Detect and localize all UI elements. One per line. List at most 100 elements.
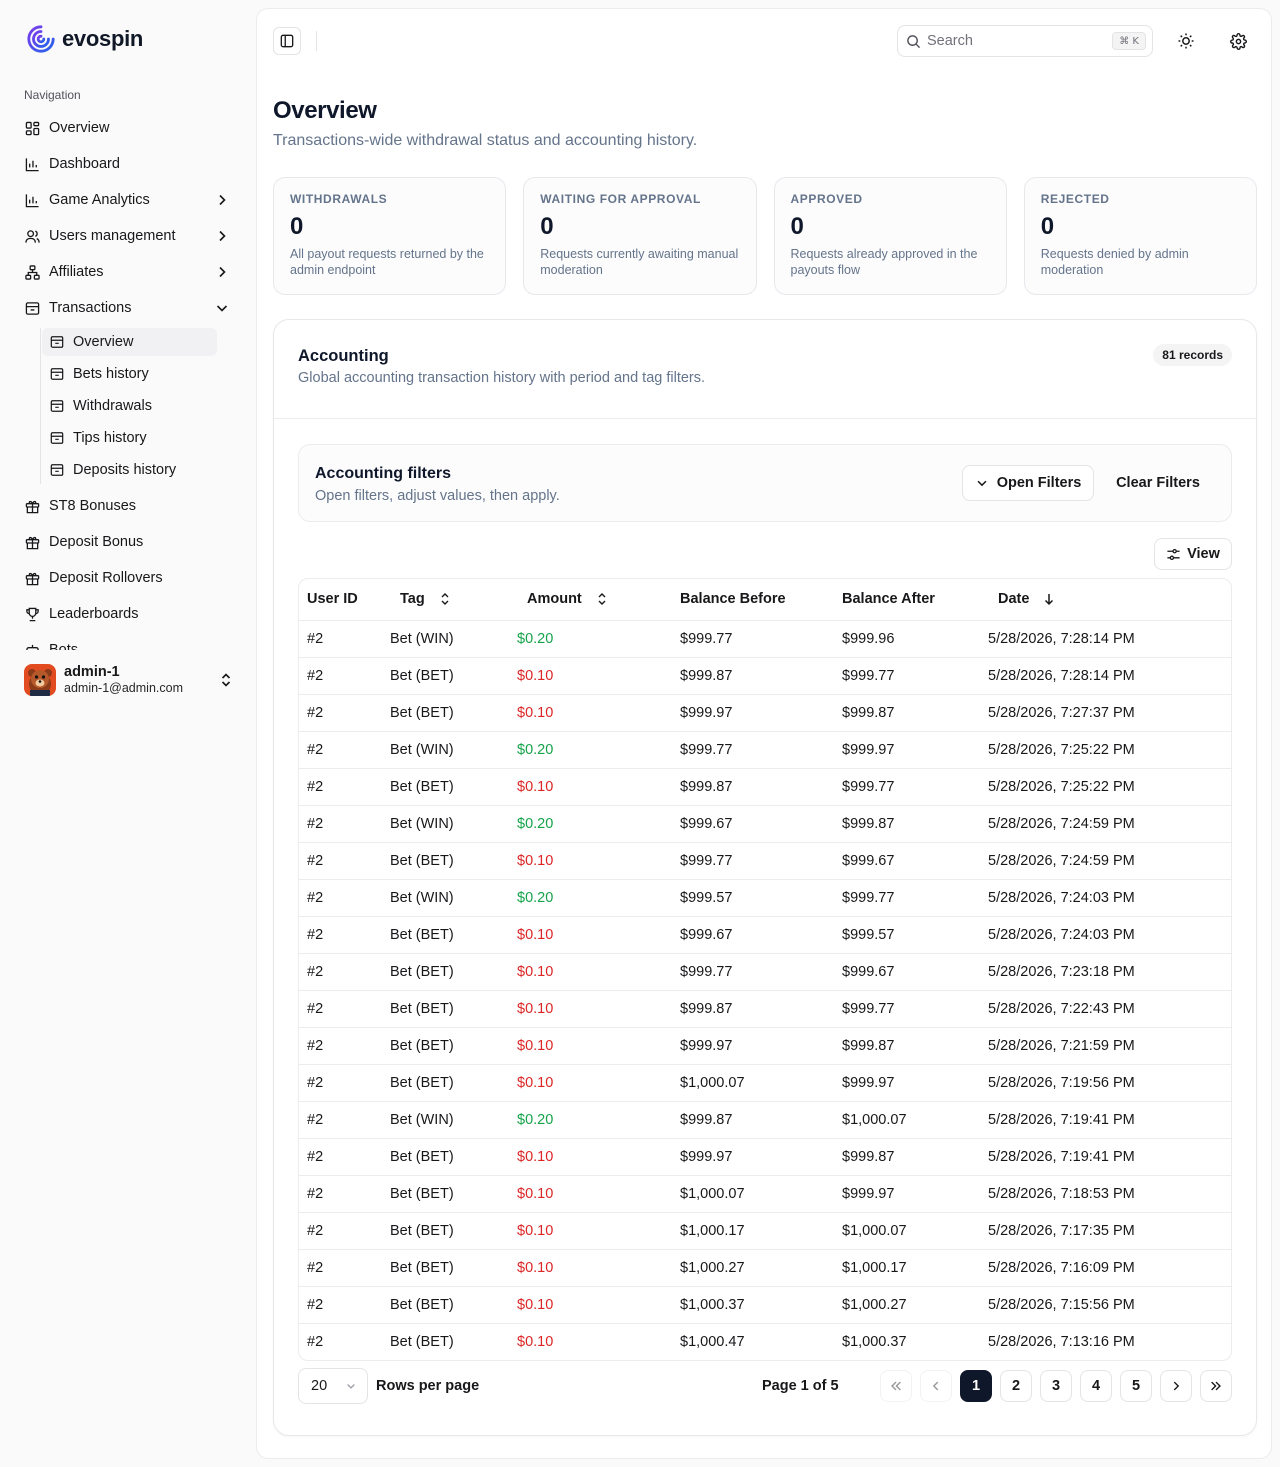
column-header-balance-after[interactable]: Balance After (842, 579, 988, 621)
table-row[interactable]: #2 Bet (BET) $0.10 $999.87 $999.77 5/28/2026,… (299, 768, 1231, 806)
theme-toggle-button[interactable] (1172, 27, 1200, 55)
sidebar-item-game-analytics[interactable]: Game Analytics (16, 182, 240, 218)
cell-date: 5/28/2026, 7:25:22 PM (988, 731, 1231, 769)
column-header-tag[interactable]: Tag (390, 579, 517, 621)
sidebar-item-bots[interactable]: Bots (16, 632, 240, 650)
table-row[interactable]: #2 Bet (BET) $0.10 $1,000.07 $999.97 5/28/202… (299, 1064, 1231, 1102)
cell-tag: Bet (WIN) (390, 879, 517, 917)
subnav-tips-history[interactable]: Tips history (42, 424, 217, 452)
cell-balance-before: $999.77 (680, 842, 842, 880)
cell-user-id: #2 (299, 768, 390, 806)
next-page-button[interactable] (1160, 1370, 1192, 1402)
search-input[interactable]: Search ⌘ K (897, 25, 1153, 57)
cell-date: 5/28/2026, 7:24:03 PM (988, 916, 1231, 954)
table-row[interactable]: #2 Bet (BET) $0.10 $1,000.07 $999.97 5/28/202… (299, 1175, 1231, 1213)
table-row[interactable]: #2 Bet (BET) $0.10 $1,000.17 $1,000.07 5/28/2… (299, 1212, 1231, 1250)
open-filters-button[interactable]: Open Filters (962, 465, 1094, 501)
stat-card-rejected: REJECTED 0 Requests denied by admin mode… (1023, 177, 1257, 295)
cell-user-id: #2 (299, 620, 390, 658)
archive-icon (50, 368, 64, 380)
cell-balance-before: $999.87 (680, 1101, 842, 1139)
brand-name: evospin (62, 26, 144, 51)
cell-date: 5/28/2026, 7:21:59 PM (988, 1027, 1231, 1065)
table-row[interactable]: #2 Bet (BET) $0.10 $1,000.27 $1,000.17 5/28/2… (299, 1249, 1231, 1287)
page-button-3[interactable]: 3 (1040, 1370, 1072, 1402)
table-row[interactable]: #2 Bet (BET) $0.10 $999.77 $999.67 5/28/2026,… (299, 842, 1231, 880)
table-row[interactable]: #2 Bet (BET) $0.10 $999.67 $999.57 5/28/2026,… (299, 916, 1231, 954)
page-button-1[interactable]: 1 (960, 1370, 992, 1402)
page-button-2[interactable]: 2 (1000, 1370, 1032, 1402)
sidebar-nav: Overview Dashboard Game Analytics Users … (16, 110, 240, 650)
cell-date: 5/28/2026, 7:25:22 PM (988, 768, 1231, 806)
subnav-withdrawals[interactable]: Withdrawals (42, 392, 217, 420)
rows-per-page-select[interactable]: 20 (298, 1368, 368, 1404)
table-row[interactable]: #2 Bet (BET) $0.10 $999.77 $999.67 5/28/2026,… (299, 953, 1231, 991)
filters-subtitle: Open filters, adjust values, then apply. (315, 488, 560, 504)
column-header-date[interactable]: Date (988, 579, 1231, 621)
table-row[interactable]: #2 Bet (BET) $0.10 $1,000.47 $1,000.37 5/28/2… (299, 1323, 1231, 1360)
sidebar-item-leaderboards[interactable]: Leaderboards (16, 596, 240, 632)
page-button-4[interactable]: 4 (1080, 1370, 1112, 1402)
cell-balance-before: $1,000.07 (680, 1064, 842, 1102)
cell-balance-after: $999.77 (842, 768, 988, 806)
subnav-label: Overview (73, 334, 134, 350)
page-button-5[interactable]: 5 (1120, 1370, 1152, 1402)
table-row[interactable]: #2 Bet (BET) $0.10 $999.97 $999.87 5/28/2026,… (299, 1027, 1231, 1065)
user-menu[interactable]: admin-1 admin-1@admin.com (24, 662, 240, 698)
sidebar-item-transactions[interactable]: Transactions (16, 290, 240, 326)
cell-balance-before: $999.77 (680, 731, 842, 769)
archive-icon (50, 432, 64, 444)
cell-user-id: #2 (299, 990, 390, 1028)
view-options-button[interactable]: View (1154, 538, 1232, 570)
sidebar-item-affiliates[interactable]: Affiliates (16, 254, 240, 290)
subnav-bets-history[interactable]: Bets history (42, 360, 217, 388)
network-icon (24, 264, 40, 280)
cell-amount: $0.10 (517, 1333, 554, 1350)
table-row[interactable]: #2 Bet (WIN) $0.20 $999.87 $1,000.07 5/28/202… (299, 1101, 1231, 1139)
sliders-icon (1167, 548, 1180, 560)
subnav-label: Withdrawals (73, 398, 152, 414)
table-row[interactable]: #2 Bet (BET) $0.10 $999.87 $999.77 5/28/2026,… (299, 657, 1231, 695)
column-header-balance-before[interactable]: Balance Before (680, 579, 842, 621)
last-page-button[interactable] (1200, 1370, 1232, 1402)
brand[interactable]: evospin (26, 24, 143, 54)
sidebar-item-users-management[interactable]: Users management (16, 218, 240, 254)
page-info: Page 1 of 5 (762, 1378, 839, 1394)
main-content: Search ⌘ K Overview Transactions-wide wi… (256, 8, 1272, 1459)
table-row[interactable]: #2 Bet (WIN) $0.20 $999.77 $999.96 5/28/2026,… (299, 620, 1231, 658)
table-row[interactable]: #2 Bet (WIN) $0.20 $999.67 $999.87 5/28/2026,… (299, 805, 1231, 843)
table-row[interactable]: #2 Bet (BET) $0.10 $999.87 $999.77 5/28/2026,… (299, 990, 1231, 1028)
column-header-user-id[interactable]: User ID (299, 579, 390, 621)
cell-user-id: #2 (299, 1027, 390, 1065)
table-row[interactable]: #2 Bet (BET) $0.10 $999.97 $999.87 5/28/2026,… (299, 694, 1231, 732)
clear-filters-button[interactable]: Clear Filters (1105, 465, 1211, 501)
subnav-overview[interactable]: Overview (42, 328, 217, 356)
subnav-label: Deposits history (73, 462, 177, 478)
cell-balance-before: $1,000.27 (680, 1249, 842, 1287)
cell-balance-before: $999.87 (680, 768, 842, 806)
cell-amount: $0.10 (517, 990, 680, 1028)
cell-user-id: #2 (299, 1138, 390, 1176)
sidebar-item-dashboard[interactable]: Dashboard (16, 146, 240, 182)
table-row[interactable]: #2 Bet (WIN) $0.20 $999.57 $999.77 5/28/2026,… (299, 879, 1231, 917)
sidebar-item-deposit-rollovers[interactable]: Deposit Rollovers (16, 560, 240, 596)
chevron-right-icon (219, 230, 226, 242)
sidebar-item-st8-bonuses[interactable]: ST8 Bonuses (16, 488, 240, 524)
cell-date: 5/28/2026, 7:28:14 PM (988, 657, 1231, 695)
cell-tag: Bet (BET) (390, 694, 517, 732)
cell-date: 5/28/2026, 7:27:37 PM (988, 694, 1231, 732)
column-header-amount[interactable]: Amount (517, 579, 680, 621)
settings-button[interactable] (1224, 27, 1252, 55)
sidebar-item-deposit-bonus[interactable]: Deposit Bonus (16, 524, 240, 560)
first-page-button[interactable] (880, 1370, 912, 1402)
prev-page-button[interactable] (920, 1370, 952, 1402)
sidebar-toggle-button[interactable] (273, 27, 301, 55)
bar-chart-icon (24, 156, 40, 172)
subnav-deposits-history[interactable]: Deposits history (42, 456, 217, 484)
sidebar-item-overview[interactable]: Overview (16, 110, 240, 146)
cell-date: 5/28/2026, 7:24:03 PM (988, 879, 1231, 917)
table-row[interactable]: #2 Bet (WIN) $0.20 $999.77 $999.97 5/28/2026,… (299, 731, 1231, 769)
table-row[interactable]: #2 Bet (BET) $0.10 $1,000.37 $1,000.27 5/28/2… (299, 1286, 1231, 1324)
table-row[interactable]: #2 Bet (BET) $0.10 $999.97 $999.87 5/28/2026,… (299, 1138, 1231, 1176)
chevrons-left-icon (891, 1381, 901, 1391)
